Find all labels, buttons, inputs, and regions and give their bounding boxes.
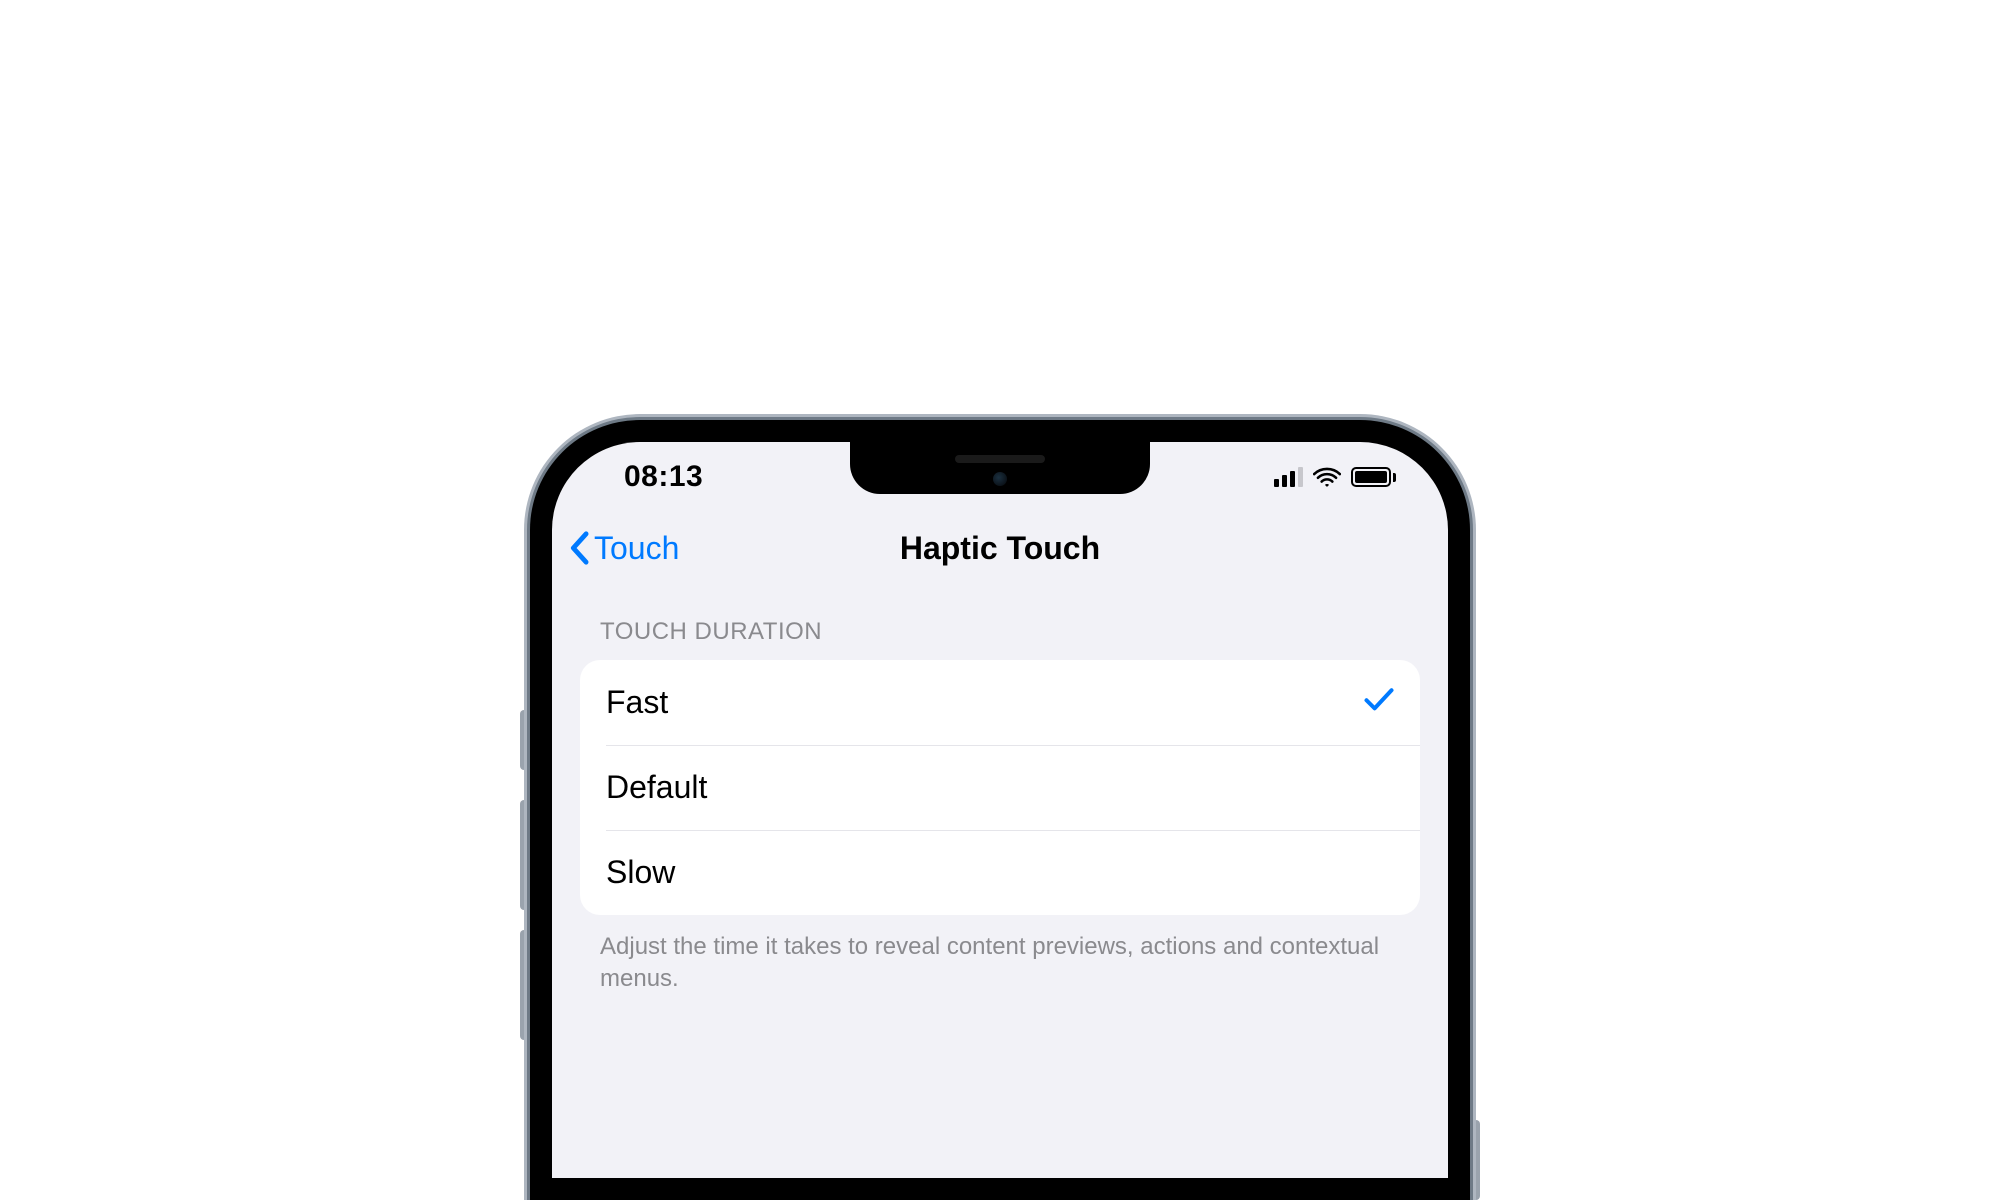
phone-body: 08:13 [530,420,1470,1200]
front-camera [993,472,1007,486]
option-label: Default [606,769,707,806]
option-default[interactable]: Default [580,745,1420,830]
option-fast[interactable]: Fast [580,660,1420,745]
wifi-icon [1313,466,1341,488]
battery-icon [1351,467,1396,487]
option-slow[interactable]: Slow [580,830,1420,915]
mute-switch [520,710,528,770]
navigation-bar: Touch Haptic Touch [552,512,1448,584]
checkmark-icon [1364,684,1394,721]
earpiece [955,455,1045,463]
status-time: 08:13 [624,460,703,494]
volume-down-button [520,930,528,1040]
cellular-icon [1274,467,1303,487]
content: TOUCH DURATION Fast Default [552,584,1448,996]
back-button[interactable]: Touch [568,530,679,567]
notch [850,442,1150,494]
volume-up-button [520,800,528,910]
power-button [1472,1120,1480,1200]
page-title: Haptic Touch [900,530,1100,567]
option-label: Fast [606,684,668,721]
screen: 08:13 [552,442,1448,1178]
touch-duration-group: Fast Default Slow [580,660,1420,915]
option-label: Slow [606,854,675,891]
status-indicators [1274,466,1396,488]
chevron-left-icon [568,531,590,565]
phone-frame: 08:13 [530,420,1470,1200]
section-footer: Adjust the time it takes to reveal conte… [580,915,1420,996]
section-header: TOUCH DURATION [580,618,1420,660]
back-label: Touch [594,530,679,567]
